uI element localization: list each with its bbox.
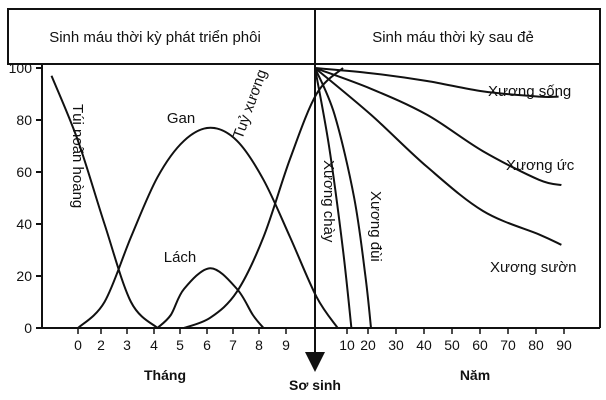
x-year-tick-label: 80 — [528, 337, 544, 353]
y-tick-label: 40 — [16, 216, 32, 232]
label-tuy-xuong: Tuỷ xương — [230, 67, 271, 141]
label-xuong-chay: Xương chày — [320, 160, 337, 243]
label-xuong-song: Xương sống — [488, 83, 571, 100]
birth-label: Sơ sinh — [289, 377, 341, 393]
label-gan: Gan — [167, 110, 195, 127]
curve-series-2 — [156, 267, 265, 329]
x-month-tick-label: 8 — [255, 337, 263, 353]
y-tick-label: 60 — [16, 164, 32, 180]
x-year-tick-label: 70 — [500, 337, 516, 353]
curves-group — [50, 67, 562, 329]
header-right-label: Sinh máu thời kỳ sau đẻ — [372, 29, 534, 46]
x-year-tick-label: 90 — [556, 337, 572, 353]
label-lach: Lách — [164, 249, 197, 266]
label-xuong-suon: Xương sườn — [490, 259, 576, 276]
x-year-tick-label: 60 — [472, 337, 488, 353]
x-year-tick-label: 50 — [444, 337, 460, 353]
x-month-tick-label: 4 — [150, 337, 158, 353]
x-month-tick-label: 9 — [282, 337, 290, 353]
y-tick-label: 100 — [9, 60, 33, 76]
y-tick-label: 80 — [16, 112, 32, 128]
x-axis-ticks: 0 2 3 4 5 6 7 8 9 10 20 30 40 50 60 70 80 90 — [74, 328, 572, 353]
label-xuong-uc: Xương ức — [506, 157, 575, 174]
curve-series-3 — [183, 67, 344, 329]
x-year-tick-label: 40 — [416, 337, 432, 353]
y-tick-label: 20 — [16, 268, 32, 284]
y-tick-label: 0 — [24, 320, 32, 336]
y-axis-ticks: 100 80 60 40 20 0 — [9, 60, 42, 336]
x-year-tick-label: 10 — [339, 337, 355, 353]
curve-series-1 — [77, 126, 339, 329]
x-axis-label-months: Tháng — [144, 367, 186, 383]
hematopoiesis-chart: Sinh máu thời kỳ phát triển phôi Sinh má… — [7, 8, 601, 393]
x-month-tick-label: 0 — [74, 337, 82, 353]
x-month-tick-label: 6 — [203, 337, 211, 353]
x-axis-label-years: Năm — [460, 367, 490, 383]
x-month-tick-label: 7 — [229, 337, 237, 353]
x-year-tick-label: 30 — [388, 337, 404, 353]
label-xuong-dui: Xương đùi — [367, 191, 384, 262]
x-year-tick-label: 20 — [360, 337, 376, 353]
birth-arrow-head — [305, 352, 325, 372]
x-month-tick-label: 2 — [97, 337, 105, 353]
curve-series-0 — [50, 75, 159, 329]
header-left-label: Sinh máu thời kỳ phát triển phôi — [49, 29, 261, 46]
label-tui-noan-hoang: Túi noãn hoàng — [69, 104, 86, 208]
x-month-tick-label: 3 — [123, 337, 131, 353]
x-month-tick-label: 5 — [176, 337, 184, 353]
